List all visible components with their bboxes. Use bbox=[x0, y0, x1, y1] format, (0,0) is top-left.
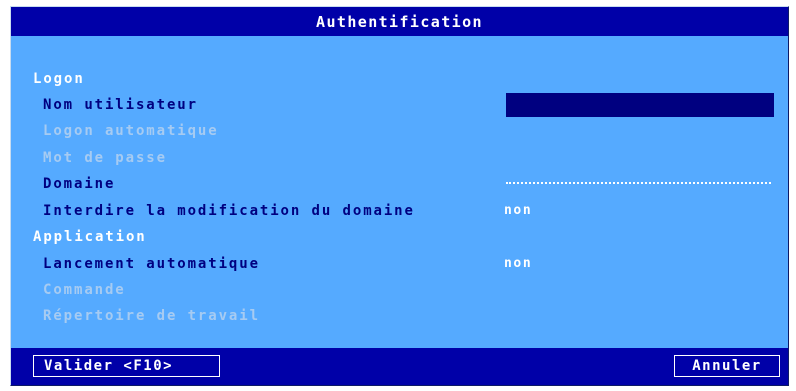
domaine-field[interactable] bbox=[506, 182, 771, 184]
interdire-modif-domaine-value[interactable]: non bbox=[504, 199, 532, 223]
section-logon: Logon bbox=[33, 71, 85, 87]
lancement-automatique-label: Lancement automatique bbox=[43, 256, 260, 272]
mot-de-passe-label: Mot de passe bbox=[43, 150, 167, 166]
validate-button[interactable]: Valider <F10> bbox=[33, 355, 220, 377]
commande-label: Commande bbox=[43, 282, 126, 298]
logon-automatique-label: Logon automatique bbox=[43, 123, 219, 139]
cancel-button[interactable]: Annuler bbox=[674, 355, 780, 377]
auth-dialog: Authentification Logon Nom utilisateur L… bbox=[10, 6, 789, 386]
nom-utilisateur-input[interactable] bbox=[506, 93, 774, 117]
nom-utilisateur-label: Nom utilisateur bbox=[43, 97, 198, 113]
section-application: Application bbox=[33, 229, 147, 245]
interdire-modif-domaine-label: Interdire la modification du domaine bbox=[43, 203, 415, 219]
dialog-title: Authentification bbox=[11, 7, 788, 36]
domaine-label: Domaine bbox=[43, 176, 116, 192]
repertoire-travail-label: Répertoire de travail bbox=[43, 308, 260, 324]
lancement-automatique-value[interactable]: non bbox=[504, 252, 532, 276]
dialog-footer: Valider <F10> Annuler bbox=[11, 348, 788, 385]
